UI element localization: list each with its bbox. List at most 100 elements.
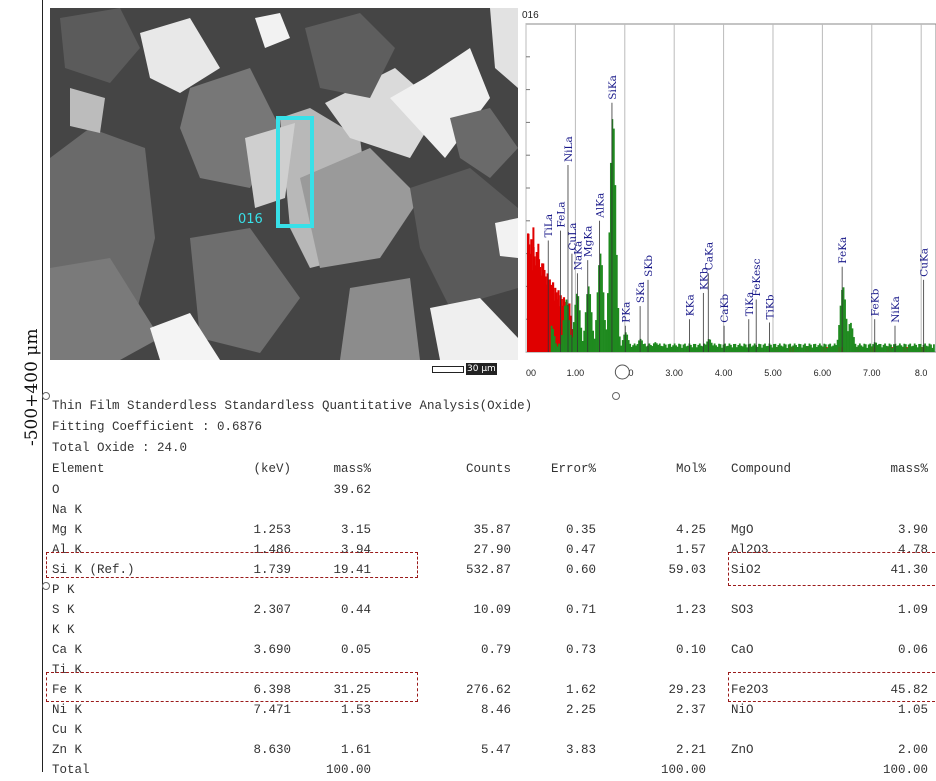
table-cell: 0.10 <box>675 643 706 657</box>
spectrum-plot: 016TiLa FeLaNiLaCuLaNaKaMgKaAlKaSiKaPKaSK… <box>522 10 936 380</box>
peak-label: KKa <box>685 294 697 316</box>
table-cell: 0.06 <box>897 643 928 657</box>
table-cell: Total <box>52 763 90 777</box>
table-cell: Cu K <box>52 723 83 737</box>
peak-label: CaKb <box>719 294 731 323</box>
x-tick-label: 1.00 <box>567 368 585 378</box>
x-tick-label: 5.00 <box>764 368 782 378</box>
peak-label: TiLa <box>543 214 555 238</box>
peak-label: CaKa <box>703 242 715 270</box>
table-cell: 4.25 <box>675 523 706 537</box>
table-resize-handle-left-mid[interactable] <box>42 582 50 590</box>
table-cell: 3.90 <box>897 523 928 537</box>
table-cell: 0.60 <box>565 563 596 577</box>
table-cell: MgO <box>731 523 754 537</box>
table-cell: 1.09 <box>897 603 928 617</box>
peak-label: AlKa <box>595 193 607 219</box>
table-cell: 100.00 <box>325 763 371 777</box>
table-cell: 0.71 <box>565 603 596 617</box>
table-resize-handle-top[interactable] <box>612 392 620 400</box>
table-cell: 100.00 <box>660 763 706 777</box>
table-cell: 10.09 <box>473 603 511 617</box>
table-cell: Ni K <box>52 703 83 717</box>
table-cell: 2.37 <box>675 703 706 717</box>
spectrum-cursor-handle[interactable] <box>614 364 630 380</box>
table-cell: 0.73 <box>565 643 596 657</box>
table-cell: 0.05 <box>340 643 371 657</box>
table-cell: 100.00 <box>882 763 928 777</box>
table-cell: NiO <box>731 703 754 717</box>
table-cell: 8.46 <box>480 703 511 717</box>
spectrum-point-red <box>542 263 545 352</box>
spectrum-bar-green <box>933 344 935 352</box>
table-cell: 8.630 <box>253 743 291 757</box>
table-cell: 2.307 <box>253 603 291 617</box>
sem-particles <box>50 8 518 360</box>
table-cell: O <box>52 483 60 497</box>
table-cell: Na K <box>52 503 83 517</box>
spectrum-point-red <box>537 243 540 352</box>
table-cell: 0.47 <box>565 543 596 557</box>
table-cell: 532.87 <box>465 563 511 577</box>
peak-label: FeKb <box>870 288 882 316</box>
x-tick-label: 8.0 <box>915 368 928 378</box>
peak-label: NiLa <box>563 136 575 162</box>
table-cell: 276.62 <box>465 683 511 697</box>
peak-label: FeKesc <box>751 258 763 296</box>
peak-label: CuKa <box>919 248 931 277</box>
sem-micrograph: 016 <box>50 8 518 360</box>
scale-bar-line <box>432 366 464 373</box>
table-cell: 1.53 <box>340 703 371 717</box>
peak-label: NiKa <box>890 296 902 323</box>
x-tick-label: 00 <box>526 368 536 378</box>
table-cell: 29.23 <box>668 683 706 697</box>
table-cell: 1.23 <box>675 603 706 617</box>
table-cell: 2.00 <box>897 743 928 757</box>
sample-size-label: -500+400 μm <box>22 328 42 446</box>
table-cell: 2.21 <box>675 743 706 757</box>
peak-label: FeKa <box>837 237 849 264</box>
table-cell: 7.471 <box>253 703 291 717</box>
quant-table: Thin Film Standerdless Standardless Quan… <box>42 392 936 777</box>
fe-highlight-box <box>46 672 418 702</box>
table-cell: Ca K <box>52 643 83 657</box>
table-cell: 0.79 <box>480 643 511 657</box>
scale-bar: 30 μm <box>432 363 520 375</box>
peak-label: MgKa <box>583 226 595 258</box>
table-cell: 39.62 <box>333 483 371 497</box>
peak-label: SKb <box>643 255 655 277</box>
table-cell: K K <box>52 623 75 637</box>
table-cell: 1.253 <box>253 523 291 537</box>
table-cell: ZnO <box>731 743 754 757</box>
table-cell: 1.05 <box>897 703 928 717</box>
table-cell: Zn K <box>52 743 83 757</box>
table-cell: SO3 <box>731 603 754 617</box>
table-cell: 3.690 <box>253 643 291 657</box>
table-resize-handle-left[interactable] <box>42 392 50 400</box>
peak-label: TiKb <box>765 294 777 319</box>
x-tick-label: 7.00 <box>863 368 881 378</box>
x-tick-label: 6.00 <box>814 368 832 378</box>
fe2o3-highlight-box <box>728 672 936 702</box>
x-tick-label: 4.00 <box>715 368 733 378</box>
table-cell: 59.03 <box>668 563 706 577</box>
peak-label: SiKa <box>607 75 619 100</box>
table-cell: 27.90 <box>473 543 511 557</box>
table-cell: 0.44 <box>340 603 371 617</box>
table-cell: 0.35 <box>565 523 596 537</box>
table-cell: 3.15 <box>340 523 371 537</box>
table-cell: 1.62 <box>565 683 596 697</box>
table-cell: 5.47 <box>480 743 511 757</box>
spectrum-point-red <box>527 233 530 352</box>
eds-spectrum: 016 TiLa FeLa NiLa CuLa NaKa MgKa AlKa SiKa PKa SK… <box>520 0 936 392</box>
table-cell: 2.25 <box>565 703 596 717</box>
x-tick-label: 3.00 <box>665 368 683 378</box>
scale-bar-label: 30 μm <box>466 363 497 375</box>
table-cell: CaO <box>731 643 754 657</box>
chart-title: 016 <box>522 10 539 21</box>
table-cell: 1.57 <box>675 543 706 557</box>
table-cell: S K <box>52 603 75 617</box>
table-cell: 1.61 <box>340 743 371 757</box>
si-highlight-box <box>46 552 418 578</box>
peak-label: PKa <box>620 302 632 323</box>
